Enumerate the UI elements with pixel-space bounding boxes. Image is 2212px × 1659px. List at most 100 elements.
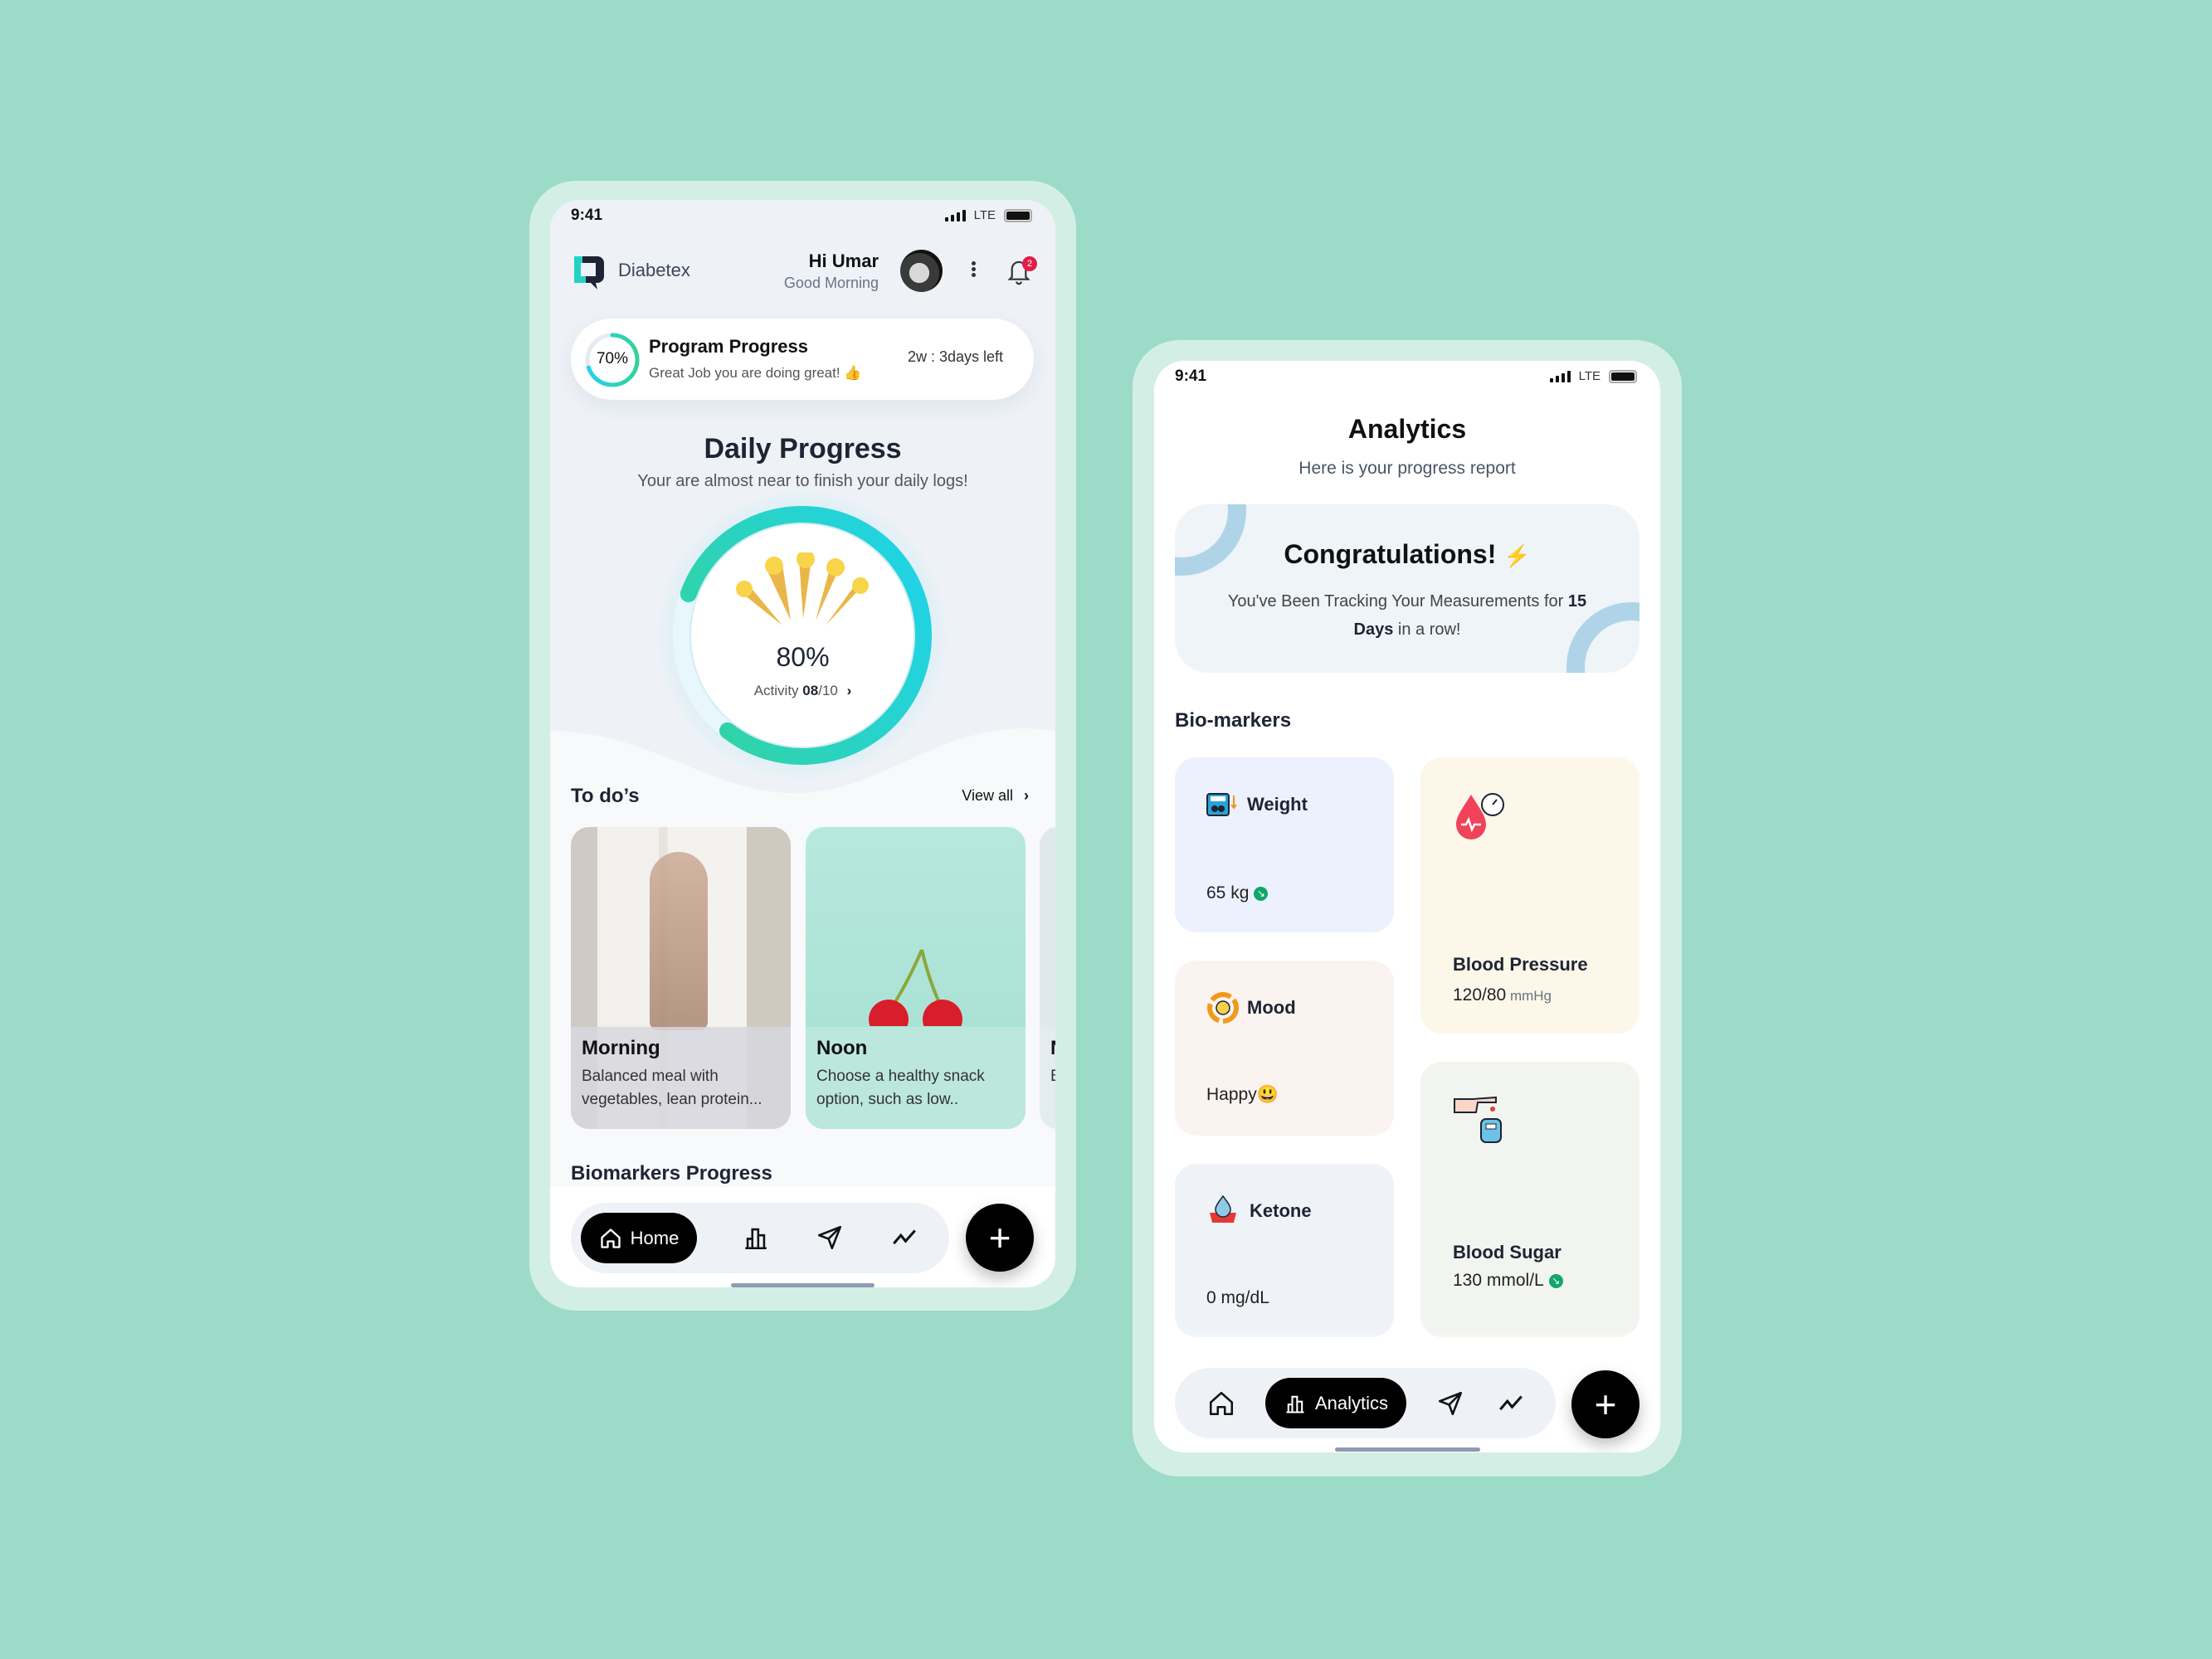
congrats-title: Congratulations! ⚡ bbox=[1175, 539, 1640, 570]
biomarker-card-weight[interactable]: Weight 65 kg ↘ bbox=[1175, 757, 1394, 932]
todo-description: Balanced meal with vegetables, lean prot… bbox=[582, 1068, 763, 1108]
ketone-gear-drop-icon bbox=[1210, 1194, 1236, 1223]
congrats-card: Congratulations! ⚡ You've Been Tracking … bbox=[1175, 504, 1640, 673]
analytics-bar-icon bbox=[1286, 1395, 1304, 1413]
bp-unit: mmHg bbox=[1506, 988, 1552, 1004]
diabetex-logo-icon bbox=[574, 256, 604, 289]
lightning-icon: ⚡ bbox=[1503, 543, 1531, 568]
todo-caption: Noon Choose a healthy snack option, such… bbox=[806, 1027, 1026, 1129]
ketone-value: 0 mg/dL bbox=[1206, 1288, 1269, 1307]
analytics-screen: 9:41 LTE Analytics Here is your progress… bbox=[1154, 361, 1660, 1452]
daily-progress-ring bbox=[672, 506, 932, 765]
more-options-icon[interactable] bbox=[970, 260, 977, 279]
view-all-link[interactable]: View all › bbox=[962, 787, 1029, 805]
trend-icon[interactable] bbox=[890, 1224, 918, 1252]
bp-value: 120/80 bbox=[1453, 985, 1507, 1005]
page-title: Analytics bbox=[1347, 414, 1467, 444]
battery-icon bbox=[1609, 369, 1637, 383]
program-progress-card[interactable]: 70% Program Progress Great Job you are d… bbox=[571, 319, 1034, 400]
congrats-text-end: in a row! bbox=[1393, 620, 1461, 639]
todo-title: N bbox=[1050, 1037, 1055, 1060]
woman-stretching-image bbox=[650, 852, 708, 1030]
nav-analytics-label: Analytics bbox=[1314, 1392, 1389, 1413]
home-screen: 9:41 LTE Diabetex Hi Umar Good Morning 2… bbox=[550, 200, 1055, 1287]
status-bar-icons: LTE bbox=[1549, 369, 1637, 383]
biomarker-card-ketone[interactable]: Ketone 0 mg/dL bbox=[1175, 1164, 1394, 1337]
trend-down-icon: ↘ bbox=[1548, 1273, 1563, 1288]
todo-title: Morning bbox=[582, 1037, 660, 1059]
plus-icon: + bbox=[988, 1216, 1011, 1259]
cherries-image bbox=[869, 949, 962, 1026]
daily-progress-title: Daily Progress bbox=[704, 433, 902, 465]
todo-description: Choose a healthy snack option, such as l… bbox=[816, 1068, 985, 1108]
daily-percent: 80% bbox=[776, 642, 830, 672]
home-icon bbox=[600, 1228, 621, 1248]
notification-badge: 2 bbox=[1022, 256, 1037, 271]
send-icon[interactable] bbox=[816, 1224, 844, 1252]
chevron-right-icon: › bbox=[1024, 787, 1029, 804]
analytics-bar-icon[interactable] bbox=[742, 1224, 770, 1252]
biomarker-label: Blood Pressure bbox=[1453, 954, 1588, 975]
todo-description: B v bbox=[1050, 1065, 1055, 1088]
home-indicator bbox=[731, 1283, 875, 1287]
biomarker-card-blood-sugar[interactable]: Blood Sugar 130 mmol/L ↘ bbox=[1420, 1062, 1640, 1337]
view-all-label: View all bbox=[962, 787, 1013, 804]
biomarker-label: Blood Sugar bbox=[1453, 1242, 1562, 1262]
mood-meter-icon bbox=[1207, 992, 1239, 1024]
biomarker-card-blood-pressure[interactable]: Blood Pressure 120/80 mmHg bbox=[1420, 757, 1640, 1034]
signal-icon bbox=[1549, 370, 1571, 382]
biomarker-value: 130 mmol/L ↘ bbox=[1453, 1271, 1563, 1291]
activity-done: 08 bbox=[802, 683, 819, 698]
todo-caption: N B v bbox=[1040, 1027, 1055, 1129]
biomarker-label: Ketone bbox=[1250, 1200, 1312, 1221]
plus-icon: + bbox=[1594, 1383, 1617, 1426]
mood-value: Happy😃 bbox=[1206, 1085, 1279, 1104]
todo-card-morning[interactable]: Morning Balanced meal with vegetables, l… bbox=[571, 827, 791, 1129]
todo-card-next[interactable]: N B v bbox=[1040, 827, 1055, 1129]
biomarkers-title: Bio-markers bbox=[1175, 709, 1292, 732]
stars-illustration-icon bbox=[736, 552, 869, 625]
weight-scale-icon bbox=[1206, 793, 1237, 816]
status-time: 9:41 bbox=[1175, 367, 1207, 385]
todo-caption: Morning Balanced meal with vegetables, l… bbox=[571, 1027, 791, 1129]
status-time: 9:41 bbox=[571, 207, 603, 224]
status-bar-icons: LTE bbox=[944, 208, 1032, 222]
nav-home-button[interactable]: Home bbox=[581, 1213, 697, 1263]
biomarker-label: Weight bbox=[1247, 794, 1308, 815]
activity-link[interactable]: Activity 08/10 › bbox=[550, 683, 1055, 699]
sugar-value: 130 mmol/L bbox=[1453, 1271, 1544, 1290]
program-subtitle: Great Job you are doing great! 👍 bbox=[649, 365, 862, 381]
home-indicator bbox=[1335, 1447, 1480, 1452]
congrats-text: You've Been Tracking Your Measurements f… bbox=[1227, 592, 1568, 611]
nav-analytics-button[interactable]: Analytics bbox=[1265, 1378, 1406, 1428]
trend-icon[interactable] bbox=[1497, 1389, 1525, 1418]
send-icon[interactable] bbox=[1436, 1389, 1464, 1418]
todo-card-noon[interactable]: Noon Choose a healthy snack option, such… bbox=[806, 827, 1026, 1129]
activity-total: /10 bbox=[818, 683, 838, 698]
biomarker-value: 120/80 mmHg bbox=[1453, 985, 1552, 1005]
home-icon[interactable] bbox=[1207, 1389, 1235, 1418]
trend-down-icon: ↘ bbox=[1254, 886, 1269, 901]
biomarkers-progress-title: Biomarkers Progress bbox=[571, 1162, 772, 1185]
add-button[interactable]: + bbox=[1571, 1370, 1640, 1438]
network-label: LTE bbox=[973, 208, 996, 222]
avatar[interactable] bbox=[900, 250, 943, 292]
congrats-title-text: Congratulations! bbox=[1284, 539, 1497, 569]
biomarker-card-mood[interactable]: Mood Happy😃 bbox=[1175, 961, 1394, 1136]
biomarker-value: 65 kg ↘ bbox=[1206, 883, 1269, 903]
app-name: Diabetex bbox=[618, 260, 690, 280]
weight-value: 65 kg bbox=[1206, 883, 1250, 902]
greeting: Hi Umar bbox=[808, 251, 879, 271]
chevron-right-icon: › bbox=[846, 683, 852, 698]
activity-label: Activity bbox=[753, 683, 799, 698]
network-label: LTE bbox=[1578, 369, 1601, 383]
battery-icon bbox=[1004, 208, 1032, 222]
glucose-meter-icon bbox=[1454, 1096, 1502, 1143]
biomarker-label: Mood bbox=[1247, 997, 1296, 1018]
congrats-message: You've Been Tracking Your Measurements f… bbox=[1216, 587, 1598, 644]
program-time-left: 2w : 3days left bbox=[907, 348, 1003, 365]
add-button[interactable]: + bbox=[966, 1204, 1034, 1272]
blood-pressure-icon bbox=[1456, 793, 1504, 839]
page-subtitle: Here is your progress report bbox=[1298, 459, 1516, 478]
todo-title: Noon bbox=[816, 1037, 868, 1059]
